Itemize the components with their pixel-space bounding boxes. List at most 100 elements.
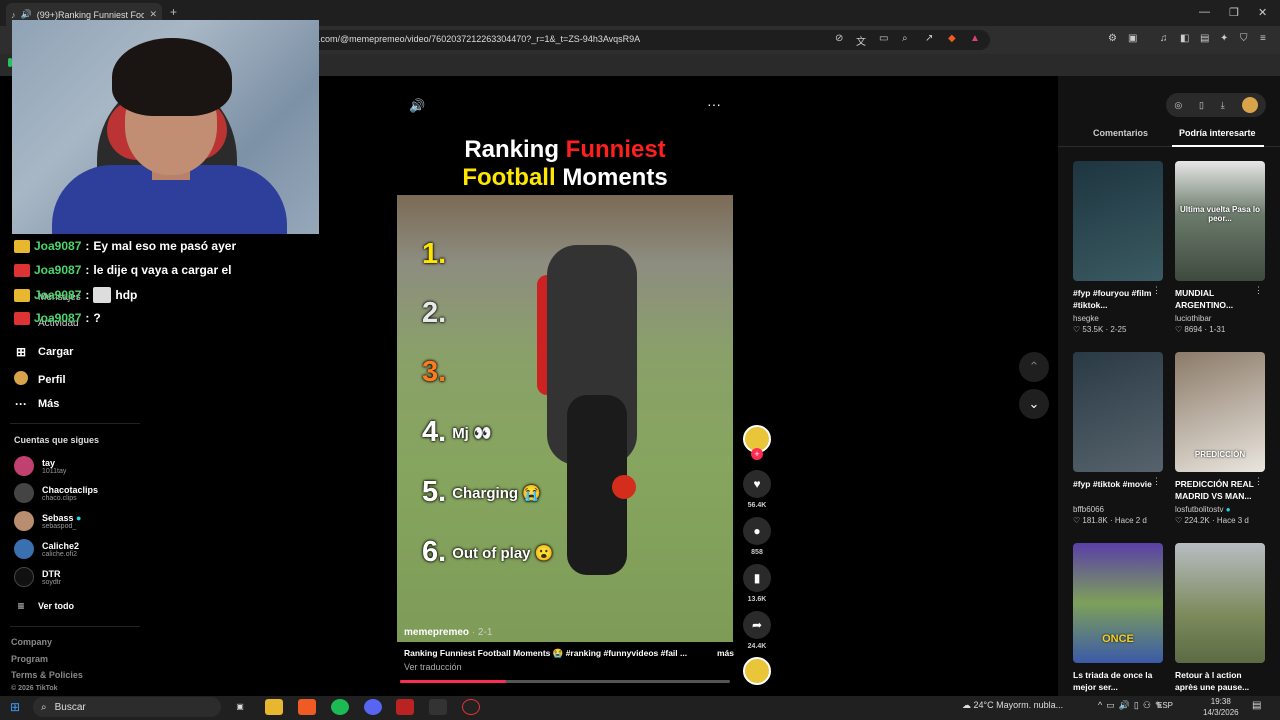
leo-ai-icon[interactable]: ✦ — [1220, 33, 1228, 44]
plus-square-icon: ⊞ — [15, 345, 27, 359]
more-options-icon[interactable]: ⋮ — [1152, 476, 1161, 487]
new-tab-icon[interactable]: + — [170, 5, 177, 19]
suggested-video-card[interactable]: ⋮ #fyp #tiktok #movie bffb6066 ♡ 181.8K … — [1073, 352, 1163, 525]
speaker-icon[interactable]: 🔊 — [21, 9, 32, 20]
brave-rewards-icon[interactable]: ▲ — [970, 33, 980, 44]
tab-comments[interactable]: Comentarios — [1093, 128, 1148, 138]
suggested-video-card[interactable]: Retour à l action après une pause... — [1175, 543, 1265, 693]
extensions-icon[interactable]: ⚙ — [1108, 33, 1117, 44]
avatar — [14, 483, 34, 503]
share-button[interactable]: ➦ 24.4K — [742, 611, 772, 650]
download-icon[interactable]: ⤓ — [1221, 100, 1225, 111]
sidebar-item-more[interactable]: ··· Más — [14, 397, 59, 411]
avatar — [14, 511, 34, 531]
verified-icon: ● — [1225, 505, 1231, 514]
footer-link-company[interactable]: Company — [11, 637, 52, 647]
share-icon[interactable]: ↗ — [925, 33, 933, 44]
more-caption-button[interactable]: más — [717, 648, 734, 659]
more-options-icon[interactable]: ··· — [707, 96, 721, 112]
url-text[interactable]: .com/@memepremeo/video/76020372122633044… — [318, 34, 640, 44]
screenshot-icon[interactable]: ▣ — [1128, 33, 1137, 44]
followed-account[interactable]: DTR soydtr — [14, 567, 61, 587]
suggested-video-card[interactable]: ⋮ #fyp #fouryou #film #tiktok... hsegke … — [1073, 161, 1163, 334]
rank-item: 2. — [422, 297, 447, 329]
user-avatar[interactable] — [1241, 97, 1258, 113]
suggested-video-card[interactable]: PREDICCIÓN ⋮ PREDICCIÓN REAL MADRID VS M… — [1175, 352, 1265, 525]
followed-account[interactable]: Sebass ● sebaspod_ — [14, 511, 81, 531]
more-options-icon[interactable]: ⋮ — [1152, 285, 1161, 296]
tiktok-favicon-icon: ♪ — [11, 9, 16, 20]
reader-icon[interactable]: ▭ — [879, 33, 888, 44]
followed-account[interactable]: Caliche2 caliche.ofi2 — [14, 539, 79, 559]
see-all-link[interactable]: ≡ Ver todo — [14, 599, 74, 613]
translate-button[interactable]: Ver traducción — [404, 662, 462, 672]
comment-icon: ● — [743, 517, 771, 545]
task-view-icon[interactable]: ▣ — [231, 699, 249, 715]
save-button[interactable]: ▮ 13.6K — [742, 564, 772, 603]
chat-badge-icon — [14, 288, 30, 302]
menu-icon[interactable]: ≡ — [1260, 33, 1266, 44]
spotify-icon[interactable] — [331, 699, 349, 715]
avatar — [14, 567, 34, 587]
suggested-video-card[interactable]: ONCE Ls triada de once la mejor ser... — [1073, 543, 1163, 693]
video-thumbnail: PREDICCIÓN — [1175, 352, 1265, 472]
music-icon[interactable]: ♫ — [1160, 33, 1168, 44]
app-icon[interactable] — [396, 699, 414, 715]
search-icon: ⌕ — [41, 701, 47, 713]
file-explorer-icon[interactable] — [265, 699, 283, 715]
video-title-overlay: Ranking Funniest Football Moments — [462, 136, 668, 191]
followed-account[interactable]: Chacotaclips chaco.clips — [14, 483, 98, 503]
suggested-video-card[interactable]: Ultima vuelta Pasa lo peor... ⋮ MUNDIAL … — [1175, 161, 1265, 334]
chat-badge-icon — [14, 311, 30, 325]
sound-avatar[interactable] — [743, 657, 771, 685]
close-tab-icon[interactable]: ✕ — [149, 9, 157, 20]
close-window-icon[interactable]: ✕ — [1258, 6, 1267, 19]
sidebar-item-upload[interactable]: ⊞ Cargar — [14, 345, 74, 359]
phone-icon[interactable]: ▯ — [1199, 100, 1204, 111]
footer-link-terms[interactable]: Terms & Policies — [11, 670, 83, 680]
vpn-icon[interactable]: ⛉ — [1240, 33, 1248, 44]
more-options-icon[interactable]: ⋮ — [1254, 476, 1263, 487]
no-translate-icon[interactable]: ⊘ — [835, 33, 843, 44]
maximize-icon[interactable]: ❐ — [1229, 6, 1239, 19]
rank-item: 3. — [422, 356, 447, 388]
notification-icon[interactable]: ▤ — [1252, 700, 1261, 711]
followed-account[interactable]: tay 1011tay — [14, 456, 66, 476]
weather-widget[interactable]: ☁ 24°C Mayorm. nubla... — [962, 700, 1063, 711]
comment-button[interactable]: ● 858 — [742, 517, 772, 556]
discord-icon[interactable] — [364, 699, 382, 715]
list-icon: ≡ — [17, 599, 25, 613]
app-icon[interactable] — [429, 699, 447, 715]
more-options-icon[interactable]: ⋮ — [1254, 285, 1263, 296]
sidebar-item-profile[interactable]: Perfil — [14, 371, 66, 388]
previous-video-button[interactable]: ⌃ — [1019, 352, 1049, 382]
zoom-icon[interactable]: ⌕ — [902, 33, 908, 44]
compass-icon[interactable]: ◎ — [1174, 100, 1182, 111]
tab-suggested[interactable]: Podría interesarte — [1179, 128, 1256, 138]
brave-shield-icon[interactable]: ◆ — [948, 33, 956, 44]
video-caption: Ranking Funniest Football Moments 😭 #ran… — [404, 648, 734, 659]
tab-title: (99+)Ranking Funniest Footb — [36, 9, 145, 20]
chat-message: Joa9087 : Ey mal eso me pasó ayer — [14, 239, 236, 253]
like-button[interactable]: ♥ 56.4K — [742, 470, 772, 509]
minimize-icon[interactable]: — — [1199, 6, 1210, 18]
avatar — [14, 456, 34, 476]
sidebar-toggle-icon[interactable]: ◧ — [1180, 33, 1189, 44]
volume-icon[interactable]: 🔊 — [409, 98, 425, 114]
bookmark-icon: ▮ — [743, 564, 771, 592]
footer-link-program[interactable]: Program — [11, 654, 48, 664]
obs-icon[interactable] — [462, 699, 480, 715]
clock[interactable]: 19:38 14/3/2026 — [1203, 696, 1239, 718]
taskbar-search[interactable]: ⌕ Buscar — [33, 697, 221, 717]
chat-message: Joa9087 : le dije q vaya a cargar el — [14, 263, 231, 277]
brave-browser-icon[interactable] — [298, 699, 316, 715]
language-indicator[interactable]: ESP — [1157, 701, 1173, 710]
next-video-button[interactable]: ⌄ — [1019, 389, 1049, 419]
chevron-up-icon: ⌃ — [1028, 359, 1040, 374]
chevron-down-icon: ⌄ — [1028, 396, 1040, 411]
translate-icon[interactable]: 文 — [856, 33, 866, 48]
video-author[interactable]: memepremeo · 2-1 — [404, 627, 492, 638]
follow-plus-icon[interactable]: + — [751, 448, 763, 460]
wallet-icon[interactable]: ▤ — [1200, 33, 1209, 44]
windows-start-icon[interactable]: ⊞ — [10, 700, 20, 714]
